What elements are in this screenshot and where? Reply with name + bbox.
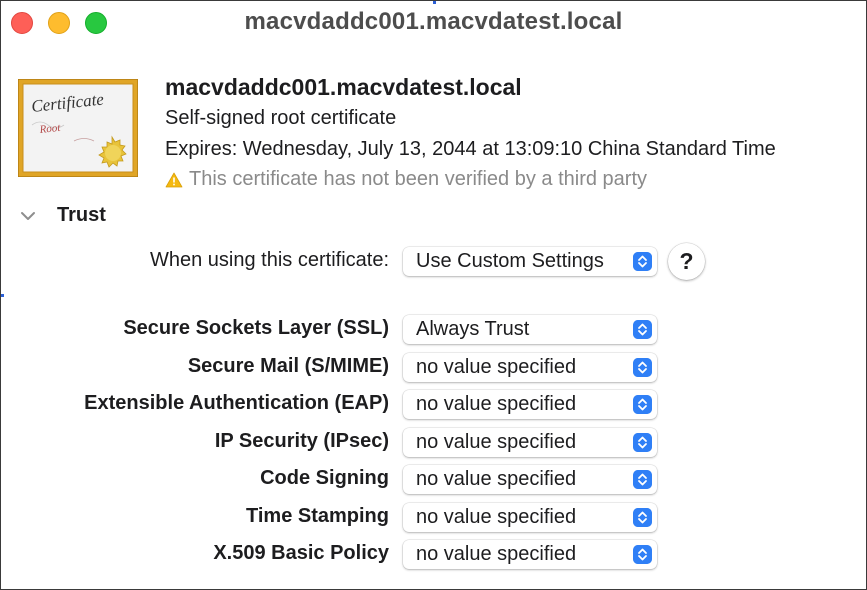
popup-value: Use Custom Settings (416, 250, 604, 272)
certificate-expiration: Expires: Wednesday, July 13, 2044 at 13:… (165, 138, 776, 160)
window-edge-marker (433, 1, 436, 4)
help-button[interactable]: ? (668, 243, 705, 280)
popup-value: no value specified (416, 543, 577, 565)
up-down-chevron-icon (633, 470, 652, 489)
title-bar: macvdaddc001.macvdatest.local (1, 1, 866, 45)
time-stamping-popup[interactable]: no value specified (403, 503, 657, 532)
warning-icon (165, 172, 183, 188)
window-title: macvdaddc001.macvdatest.local (244, 8, 623, 35)
trust-section-label: Trust (57, 204, 106, 226)
ssl-label: Secure Sockets Layer (SSL) (123, 317, 389, 339)
ssl-popup[interactable]: Always Trust (403, 315, 657, 344)
up-down-chevron-icon (633, 433, 652, 452)
verification-warning: This certificate has not been verified b… (165, 168, 647, 191)
smime-popup[interactable]: no value specified (403, 353, 657, 382)
up-down-chevron-icon (633, 508, 652, 527)
up-down-chevron-icon (633, 252, 652, 271)
popup-value: no value specified (416, 356, 577, 378)
code-signing-popup[interactable]: no value specified (403, 465, 657, 494)
popup-value: no value specified (416, 468, 577, 490)
up-down-chevron-icon (633, 320, 652, 339)
certificate-root-icon: Certificate Root (18, 79, 138, 177)
ipsec-label: IP Security (IPsec) (214, 430, 389, 452)
popup-value: no value specified (416, 506, 577, 528)
up-down-chevron-icon (633, 545, 652, 564)
up-down-chevron-icon (633, 358, 652, 377)
code-signing-label: Code Signing (260, 467, 389, 489)
certificate-type: Self-signed root certificate (165, 107, 397, 129)
popup-value: Always Trust (416, 318, 530, 340)
popup-value: no value specified (416, 431, 577, 453)
when-using-label: When using this certificate: (150, 249, 389, 271)
eap-label: Extensible Authentication (EAP) (84, 392, 389, 414)
warning-text: This certificate has not been verified b… (189, 168, 648, 190)
x509-basic-policy-popup[interactable]: no value specified (403, 540, 657, 569)
popup-value: no value specified (416, 393, 577, 415)
when-using-popup[interactable]: Use Custom Settings (403, 247, 657, 276)
time-stamping-label: Time Stamping (246, 505, 389, 527)
certificate-name: macvdaddc001.macvdatest.local (165, 74, 522, 100)
eap-popup[interactable]: no value specified (403, 390, 657, 419)
chevron-down-icon (21, 211, 35, 220)
certificate-window: macvdaddc001.macvdatest.local Certificat… (0, 0, 867, 590)
trust-disclosure[interactable]: Trust (19, 204, 106, 227)
up-down-chevron-icon (633, 395, 652, 414)
x509-basic-policy-label: X.509 Basic Policy (213, 542, 389, 564)
window-edge-marker (1, 294, 4, 297)
smime-label: Secure Mail (S/MIME) (187, 355, 389, 377)
certificate-icon-subtitle: Root (38, 122, 62, 136)
ipsec-popup[interactable]: no value specified (403, 428, 657, 457)
